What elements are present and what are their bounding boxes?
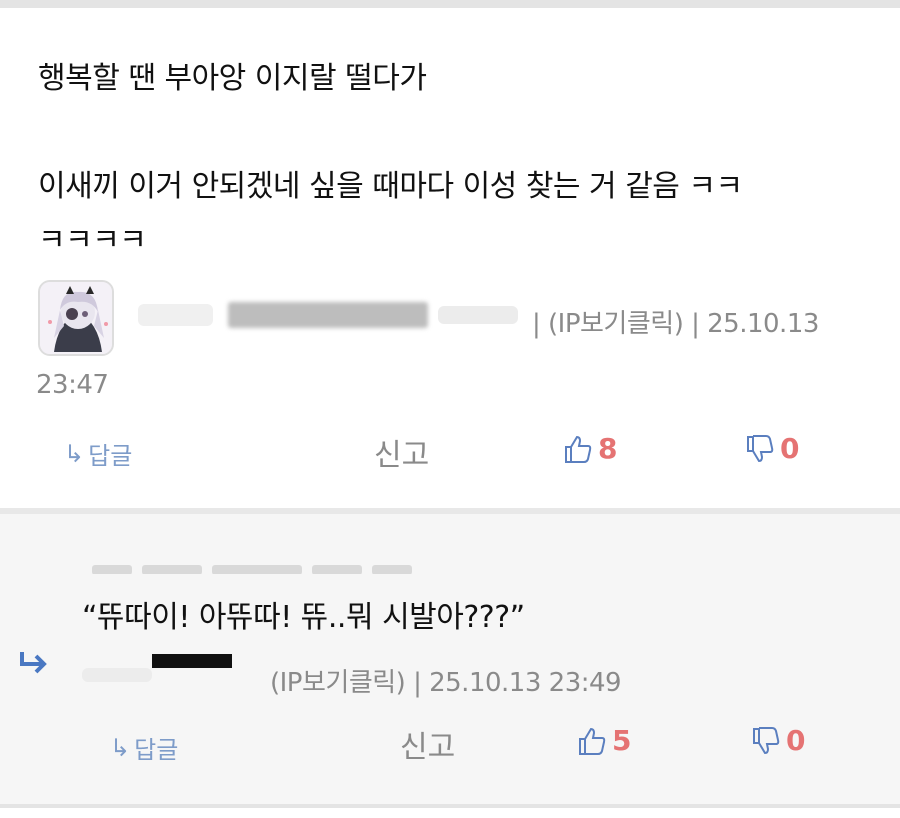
reply-label: 답글: [134, 736, 179, 764]
thumbs-down-icon: [744, 433, 776, 465]
reply-arrow-icon: ↳: [64, 439, 85, 468]
quoted-text-faded: [92, 560, 432, 574]
bottom-border: [0, 804, 900, 818]
downvote-button[interactable]: 0: [744, 432, 799, 465]
reply-upvote-button[interactable]: 5: [576, 724, 631, 757]
reply-meta: (IP보기클릭) | 25.10.13 23:49: [270, 668, 622, 698]
upvote-count: 8: [598, 432, 618, 465]
comment: 행복할 땐 부아앙 이지랄 떨다가 이새끼 이거 안되겠네 싶을 때마다 이성 …: [0, 8, 900, 508]
reply-upvote-count: 5: [612, 724, 632, 757]
thumbs-up-icon: [562, 433, 594, 465]
reply-button[interactable]: ↳ 답글: [64, 436, 132, 471]
reply-label: 답글: [88, 442, 133, 470]
thumbs-up-icon: [576, 725, 608, 757]
comment-line: 행복할 땐 부아앙 이지랄 떨다가: [38, 61, 427, 96]
reply-downvote-button[interactable]: 0: [750, 724, 805, 757]
report-button[interactable]: 신고: [374, 430, 429, 474]
comment-time: 23:47: [36, 370, 109, 400]
reply-author-redacted: [82, 654, 282, 688]
reply-text: “뜌따이! 아뜌따! 뜌..뭐 시발아???”: [82, 600, 525, 635]
avatar-image: [40, 282, 112, 354]
upvote-button[interactable]: 8: [562, 432, 617, 465]
comment-body: 행복할 땐 부아앙 이지랄 떨다가 이새끼 이거 안되겠네 싶을 때마다 이성 …: [38, 52, 868, 268]
downvote-count: 0: [780, 432, 800, 465]
reply-arrow-icon: ↳: [110, 733, 131, 762]
reply-indent-arrow-icon: [18, 650, 48, 680]
reply-reply-button[interactable]: ↳ 답글: [110, 730, 178, 765]
comment-line: 이새끼 이거 안되겠네 싶을 때마다 이성 찾는 거 같음 ㅋㅋ: [38, 169, 743, 204]
comment-line: ㅋㅋㅋㅋ: [38, 223, 147, 258]
thumbs-down-icon: [750, 725, 782, 757]
top-border: [0, 0, 900, 8]
reply-comment: “뜌따이! 아뜌따! 뜌..뭐 시발아???” (IP보기클릭) | 25.10…: [0, 514, 900, 804]
reply-downvote-count: 0: [786, 724, 806, 757]
author-name-redacted: [128, 298, 528, 332]
comment-meta: | (IP보기클릭) | 25.10.13: [532, 309, 819, 339]
comment-blank-line: [38, 106, 868, 160]
avatar[interactable]: [38, 280, 114, 356]
reply-report-button[interactable]: 신고: [400, 722, 455, 766]
